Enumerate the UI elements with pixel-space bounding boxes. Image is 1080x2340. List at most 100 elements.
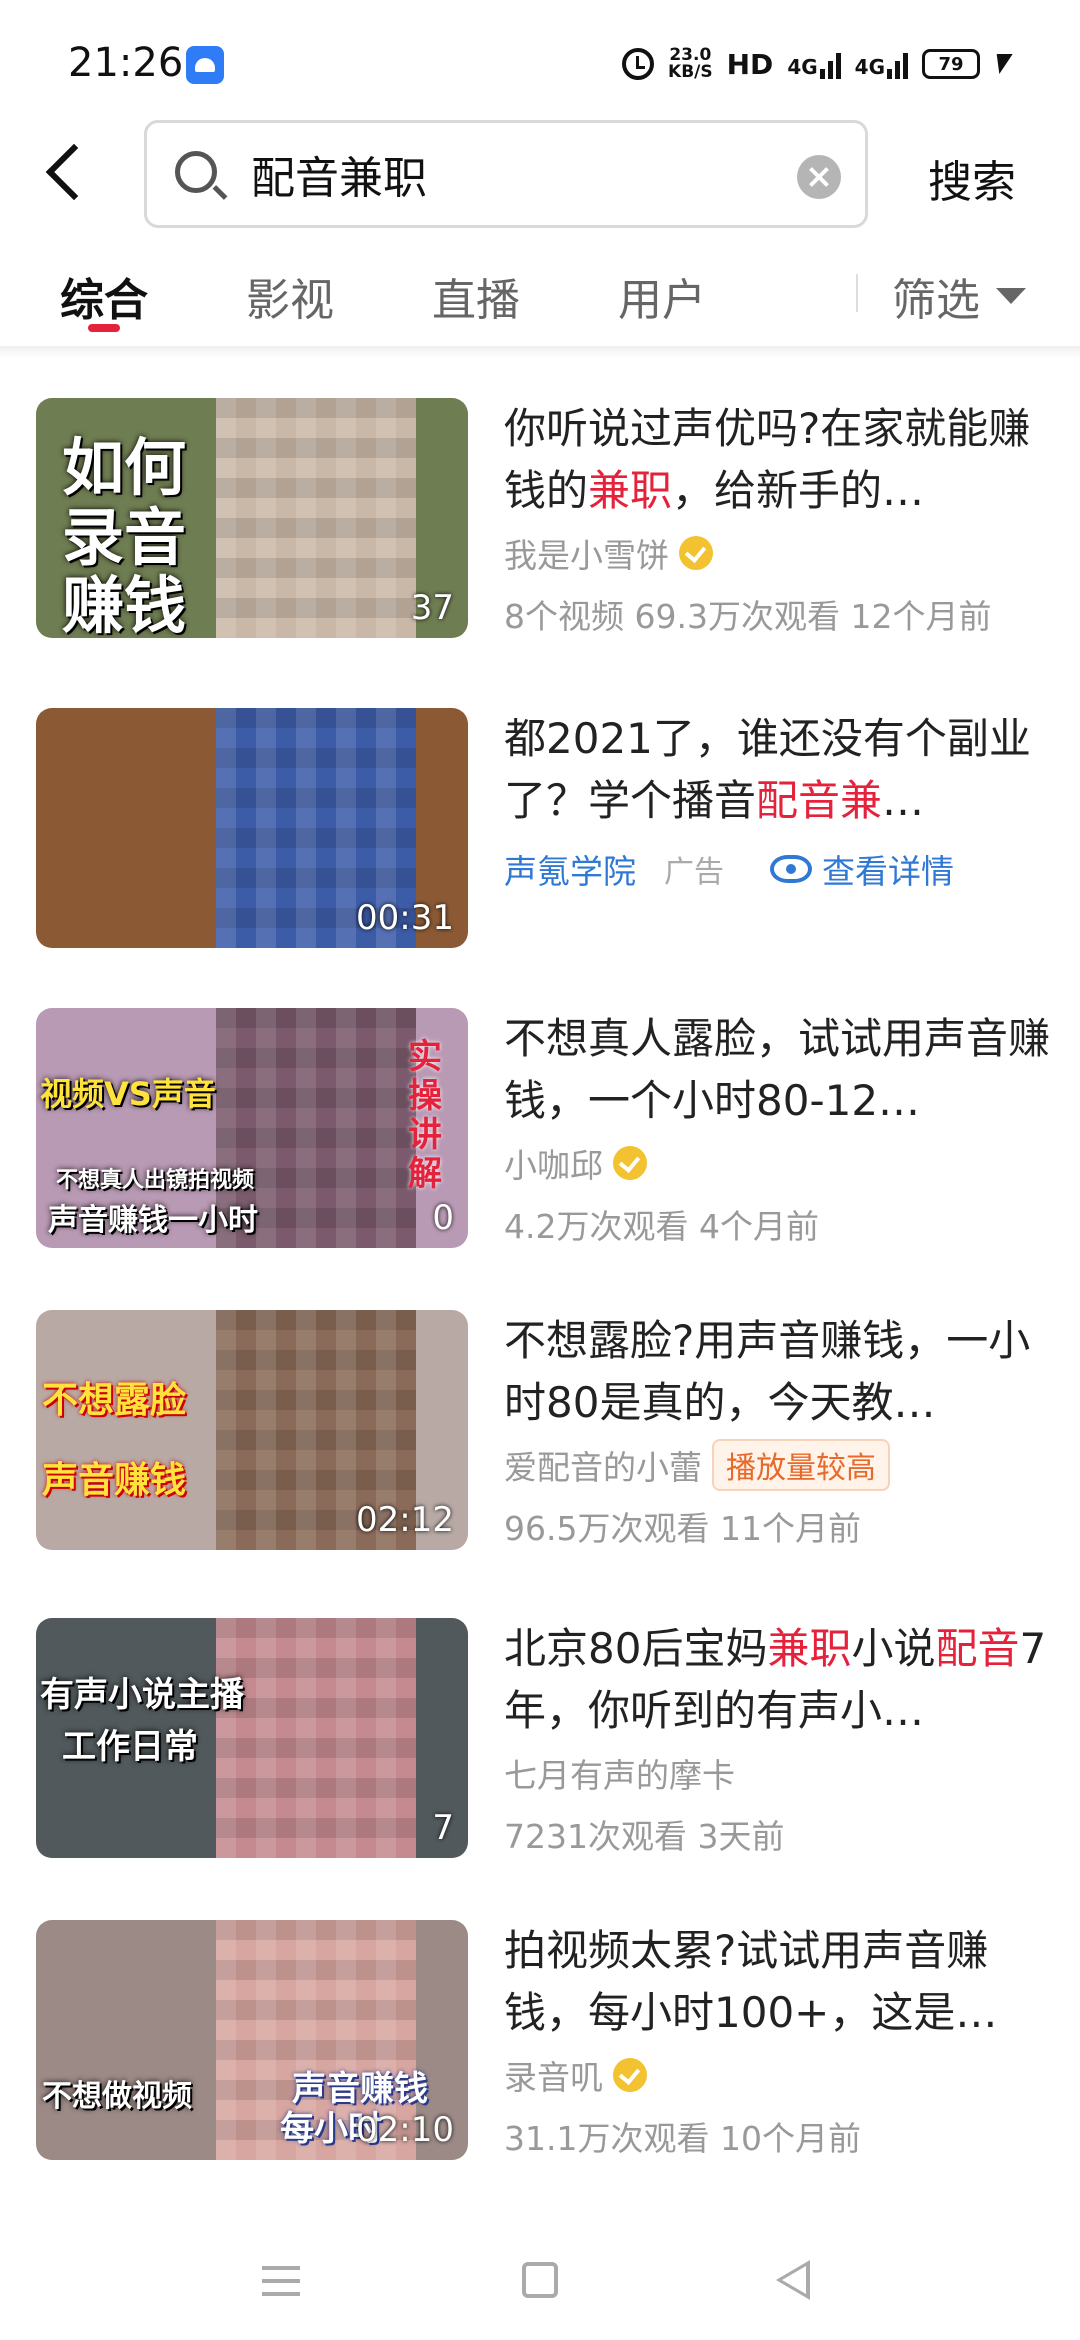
video-duration: 02:10	[356, 2110, 454, 2150]
android-app-icon	[186, 46, 224, 84]
network-speed-unit: KB/S	[668, 62, 713, 82]
thumb-caption: 声音赚钱	[292, 2069, 428, 2109]
triangle-down-icon	[996, 288, 1026, 304]
ad-row: 声氪学院 广告 查看详情	[504, 846, 1064, 892]
battery-level: 79	[938, 53, 964, 75]
thumb-caption: 不想真人出镜拍视频	[56, 1168, 255, 1193]
result-item[interactable]: 有声小说主播 工作日常 7 北京80后宝妈兼职小说配音7年，你听到的有声小… 七…	[36, 1618, 1056, 1864]
mosaic-face	[216, 398, 416, 638]
video-title[interactable]: 不想真人露脸，试试用声音赚钱，一个小时80-12…	[504, 1008, 1064, 1132]
result-item[interactable]: 如何 录音 赚钱 37 你听说过声优吗?在家就能赚钱的兼职，给新手的… 我是小雪…	[36, 398, 1056, 644]
video-duration: 7	[432, 1808, 454, 1848]
video-stats: 4.2万次观看 4个月前	[504, 1207, 819, 1246]
charging-icon	[991, 54, 1013, 74]
back-arrow-icon[interactable]	[45, 143, 103, 201]
video-title[interactable]: 拍视频太累?试试用声音赚钱，每小时100+，这是…	[504, 1920, 1064, 2044]
result-item[interactable]: 不想做视频 声音赚钱 每小时 02:10 拍视频太累?试试用声音赚钱，每小时10…	[36, 1920, 1056, 2166]
thumb-caption: 如何	[62, 431, 187, 504]
thumb-caption: 不想露脸	[42, 1380, 187, 1421]
author-row: 我是小雪饼	[504, 530, 1064, 576]
header-shadow	[0, 346, 1080, 358]
author-name[interactable]: 录音叽	[504, 2051, 603, 2099]
thumb-caption: 声音赚钱	[42, 1460, 187, 1501]
nav-back-icon[interactable]	[776, 2260, 810, 2300]
eye-icon	[770, 855, 812, 883]
home-icon[interactable]	[522, 2262, 558, 2298]
author-row: 小咖邱	[504, 1140, 1064, 1186]
battery-icon: 79	[922, 49, 980, 79]
menu-icon[interactable]	[262, 2266, 300, 2296]
verified-icon	[613, 2058, 647, 2092]
result-info: 拍视频太累?试试用声音赚钱，每小时100+，这是… 录音叽 31.1万次观看 1…	[504, 1920, 1064, 2158]
tab-all[interactable]: 综合	[60, 264, 148, 328]
video-duration: 0	[432, 1198, 454, 1238]
hd-indicator: HD	[726, 47, 774, 81]
verified-icon	[613, 1146, 647, 1180]
video-stats: 8个视频 69.3万次观看 12个月前	[504, 597, 992, 636]
thumb-caption: 不想做视频	[42, 2079, 192, 2114]
video-stats: 96.5万次观看 11个月前	[504, 1509, 861, 1548]
video-duration: 02:12	[356, 1500, 454, 1540]
result-item[interactable]: 不想露脸 声音赚钱 02:12 不想露脸?用声音赚钱，一小时80是真的，今天教……	[36, 1310, 1056, 1556]
clear-icon[interactable]	[797, 155, 841, 199]
author-name[interactable]: 七月有声的摩卡	[504, 1749, 735, 1797]
result-info: 不想真人露脸，试试用声音赚钱，一个小时80-12… 小咖邱 4.2万次观看 4个…	[504, 1008, 1064, 1246]
video-thumbnail[interactable]: 有声小说主播 工作日常 7	[36, 1618, 468, 1858]
video-duration: 00:31	[356, 898, 454, 938]
video-title[interactable]: 北京80后宝妈兼职小说配音7年，你听到的有声小…	[504, 1618, 1064, 1742]
search-icon	[175, 151, 217, 193]
advertiser-name[interactable]: 声氪学院	[504, 845, 636, 893]
author-name[interactable]: 我是小雪饼	[504, 529, 669, 577]
thumb-caption: 声音赚钱一小时	[48, 1203, 258, 1238]
tab-live[interactable]: 直播	[432, 264, 520, 328]
author-row: 七月有声的摩卡	[504, 1750, 1064, 1796]
result-item[interactable]: 视频VS声音 不想真人出镜拍视频 声音赚钱一小时 实操讲解 0 不想真人露脸，试…	[36, 1008, 1056, 1254]
video-thumbnail[interactable]: 视频VS声音 不想真人出镜拍视频 声音赚钱一小时 实操讲解 0	[36, 1008, 468, 1248]
thumb-caption: 有声小说主播	[40, 1675, 244, 1715]
view-details-link[interactable]: 查看详情	[822, 845, 954, 893]
active-tab-indicator	[88, 324, 120, 332]
video-thumbnail[interactable]: 不想露脸 声音赚钱 02:12	[36, 1310, 468, 1550]
status-bar: 21:26 23.0 KB/S HD 4G 4G 79	[0, 0, 1080, 120]
search-box[interactable]	[144, 120, 868, 228]
thumb-caption: 工作日常	[62, 1727, 198, 1767]
video-title[interactable]: 都2021了，谁还没有个副业了？学个播音配音兼…	[504, 708, 1064, 832]
author-name[interactable]: 小咖邱	[504, 1139, 603, 1187]
search-input[interactable]	[251, 141, 771, 207]
video-stats: 7231次观看 3天前	[504, 1817, 785, 1856]
result-info: 不想露脸?用声音赚钱，一小时80是真的，今天教… 爱配音的小蕾 播放量较高 96…	[504, 1310, 1064, 1548]
video-thumbnail[interactable]: 不想做视频 声音赚钱 每小时 02:10	[36, 1920, 468, 2160]
video-duration: 37	[410, 588, 454, 628]
video-stats: 31.1万次观看 10个月前	[504, 2119, 861, 2158]
result-info: 你听说过声优吗?在家就能赚钱的兼职，给新手的… 我是小雪饼 8个视频 69.3万…	[504, 398, 1064, 636]
filter-label: 筛选	[892, 275, 980, 326]
thumb-caption: 录音	[62, 501, 187, 574]
network-speed: 23.0 KB/S	[668, 47, 713, 81]
author-name[interactable]: 爱配音的小蕾	[504, 1441, 702, 1489]
author-row: 爱配音的小蕾 播放量较高	[504, 1439, 1064, 1491]
system-nav-bar	[0, 2230, 1080, 2340]
tab-divider	[856, 274, 858, 312]
video-thumbnail[interactable]: 00:31	[36, 708, 468, 948]
signal-icon-2: 4G	[855, 49, 908, 79]
author-row: 录音叽	[504, 2052, 1064, 2098]
video-thumbnail[interactable]: 如何 录音 赚钱 37	[36, 398, 468, 638]
video-title[interactable]: 不想露脸?用声音赚钱，一小时80是真的，今天教…	[504, 1310, 1064, 1434]
popular-badge: 播放量较高	[712, 1439, 890, 1491]
ad-label: 广告	[664, 855, 724, 890]
result-info: 都2021了，谁还没有个副业了？学个播音配音兼… 声氪学院 广告 查看详情	[504, 708, 1064, 892]
thumb-caption: 实操讲解	[408, 1037, 442, 1195]
signal-icon: 4G	[787, 49, 841, 79]
mosaic-face	[216, 1618, 416, 1858]
tab-users[interactable]: 用户	[618, 264, 706, 328]
status-time: 21:26	[68, 40, 184, 86]
alarm-icon	[622, 48, 655, 80]
video-title[interactable]: 你听说过声优吗?在家就能赚钱的兼职，给新手的…	[504, 398, 1064, 522]
filter-button[interactable]: 筛选	[892, 264, 1026, 328]
search-button[interactable]: 搜索	[928, 146, 1016, 210]
thumb-caption: 视频VS声音	[40, 1075, 216, 1113]
tab-bar: 综合 影视 直播 用户 筛选	[0, 250, 1080, 350]
result-item-ad[interactable]: 00:31 都2021了，谁还没有个副业了？学个播音配音兼… 声氪学院 广告 查…	[36, 708, 1056, 954]
tab-film[interactable]: 影视	[246, 264, 334, 328]
signal-label: 4G	[787, 55, 818, 79]
